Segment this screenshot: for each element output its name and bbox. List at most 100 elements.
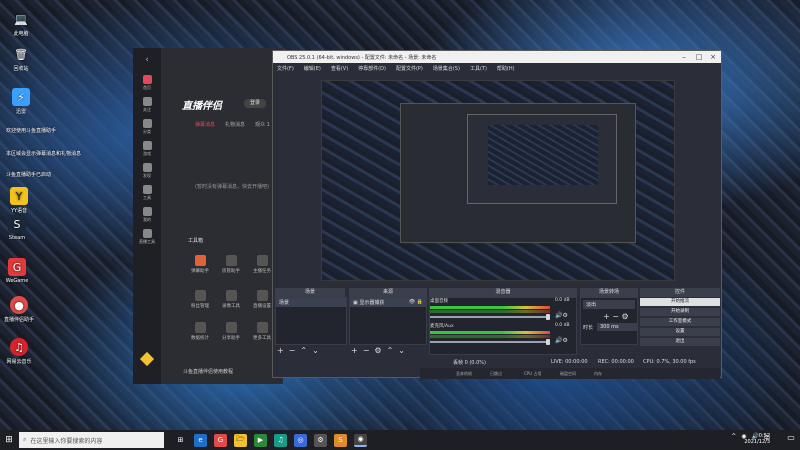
stats-icon [194,322,206,333]
player-icon[interactable]: ▶ [254,433,267,447]
helper-nav-item[interactable]: 直播工具 [133,226,161,248]
desktop-icon-xunlei[interactable]: ⚡ 迅雷 [4,88,38,115]
music-icon[interactable]: ♫ [274,433,287,447]
wegame-icon[interactable]: G [214,433,227,447]
maximize-icon[interactable]: □ [692,51,706,63]
tab-gifts[interactable]: 礼物消息 [225,121,245,128]
back-icon[interactable]: ‹ [133,48,161,72]
taskbar-search[interactable]: ⌕ 在这里输入你要搜索的内容 [19,432,164,448]
close-icon[interactable]: × [706,51,720,63]
move-down-icon[interactable]: ⌄ [312,346,319,355]
gear-icon[interactable]: ⚙ [374,346,381,355]
helper-brand: 直播伴侣 [182,101,222,112]
menu-help[interactable]: 帮助(H) [497,65,515,72]
duration-input[interactable]: 300 ms [597,323,637,331]
eye-icon[interactable]: 👁 🔒 [409,299,423,305]
menu-view[interactable]: 查看(V) [331,65,348,72]
settings-icon[interactable]: ⚙ [314,433,327,447]
tool-stats[interactable]: 数据统计 [185,322,215,341]
helper-nav-item[interactable]: 关注 [133,94,161,116]
obs-title: OBS 25.0.1 (64-bit, windows) - 配置文件: 未命名… [287,54,437,61]
obs-preview[interactable] [321,80,675,281]
helper-nav-item[interactable]: 发现 [133,160,161,182]
desktop-icon-label: 此电脑 [13,31,29,37]
diamond-icon[interactable] [139,351,155,367]
store-icon[interactable]: S [334,433,347,447]
menu-docks[interactable]: 停靠部件(D) [358,65,386,72]
start-recording-button[interactable]: 开始录制 [640,308,720,316]
speaker-icon[interactable]: 🔊⚙ [555,337,568,344]
desktop-icon-label: 迅雷 [15,109,26,115]
speaker-icon[interactable]: 🔊⚙ [555,312,568,319]
tab-danmaku[interactable]: 弹幕消息 [195,121,215,128]
volume-slider[interactable] [430,316,548,318]
desktop-icon-netease-music[interactable]: ♫ 网易云音乐 [2,338,36,365]
start-streaming-button[interactable]: 开始推流 [640,298,720,306]
user-icon [142,207,152,216]
browser-icon[interactable]: ◎ [294,433,307,447]
studio-mode-button[interactable]: 工作室模式 [640,318,720,326]
preview-nested-preview [488,125,598,185]
menu-file[interactable]: 文件(F) [277,65,294,72]
notification-icon[interactable]: ▭ [784,433,798,447]
obs-stats-footer: 丢弃的帧 已跳过 CPU 占用 磁盘空间 内存 [420,368,720,379]
desktop-icon-steam[interactable]: S Steam [0,215,34,241]
remove-icon[interactable]: − [289,346,296,355]
helper-nav-item[interactable]: 工具 [133,182,161,204]
remove-icon[interactable]: − [363,346,370,355]
desktop-icon-live-helper[interactable]: ● 直播伴侣助手 [2,296,36,323]
transition-controls[interactable]: + − ⚙ [603,312,629,321]
minimize-icon[interactable]: – [677,51,691,63]
login-button[interactable]: 登录 [244,99,266,108]
tool-room-admin[interactable]: 房管助手 [216,255,246,274]
obs-icon[interactable]: ◉ [354,433,367,447]
helper-nav-item[interactable]: 首页 [133,72,161,94]
obs-titlebar: OBS 25.0.1 (64-bit, windows) - 配置文件: 未命名… [273,51,721,63]
scene-item[interactable]: 场景 [276,298,346,307]
settings-button[interactable]: 设置 [640,328,720,336]
helper-nav-item[interactable]: 我的 [133,204,161,226]
desktop-icon-label: YY语音 [10,208,28,214]
move-up-icon[interactable]: ⌃ [387,346,394,355]
volume-slider-knob[interactable] [546,314,550,320]
helper-tutorial-link[interactable]: 斗鱼直播伴侣使用教程 [183,368,233,375]
dock-scenes: 场景 [275,297,347,345]
move-down-icon[interactable]: ⌄ [398,346,405,355]
tool-share[interactable]: 分享助手 [216,322,246,341]
helper-nav-item[interactable]: 分类 [133,116,161,138]
source-item[interactable]: ▣ 显示器捕获 👁 🔒 [350,298,426,307]
menu-edit[interactable]: 编辑(E) [304,65,321,72]
move-up-icon[interactable]: ⌃ [300,346,307,355]
game-icon [142,141,152,150]
settings-icon [256,290,268,301]
desktop-icon-this-pc[interactable]: 💻 此电脑 [4,10,38,38]
footer-item: 已跳过 [490,371,502,376]
file-explorer-icon[interactable]: 🗁 [234,433,247,447]
mixer-track-level: 0.0 dB [555,323,570,328]
desktop-icon-wegame[interactable]: G WeGame [0,258,34,284]
menu-profile[interactable]: 配置文件(P) [396,65,423,72]
tab-audience[interactable]: 观众 1 [255,121,270,128]
tool-record[interactable]: 录像工具 [216,290,246,309]
tool-danmaku[interactable]: 弹幕助手 [185,255,215,274]
add-icon[interactable]: + [277,346,284,355]
start-button[interactable]: ⊞ [0,430,18,450]
exit-button[interactable]: 退出 [640,338,720,346]
menu-tools[interactable]: 工具(T) [470,65,487,72]
desktop-icon-yy[interactable]: Y YY语音 [2,187,36,214]
add-icon[interactable]: + [351,346,358,355]
xunlei-icon: ⚡ [12,88,30,106]
dock-sources: ▣ 显示器捕获 👁 🔒 [349,297,427,345]
edge-icon[interactable]: e [194,433,207,447]
volume-slider[interactable] [430,341,548,343]
taskbar-clock[interactable]: 0:52 2021/12/3 [720,433,770,445]
task-view-icon[interactable]: ⊞ [174,434,187,447]
menu-scene-collection[interactable]: 场景集合(S) [433,65,460,72]
mixer-track-label: 桌面音频 [430,299,448,304]
home-icon [142,75,152,84]
transition-select[interactable]: 淡出 [583,300,635,309]
volume-slider-knob[interactable] [546,339,550,345]
desktop-icon-recycle-bin[interactable]: 🗑 回收站 [4,45,38,73]
tool-fans[interactable]: 粉丝管理 [185,290,215,309]
helper-nav-item[interactable]: 游戏 [133,138,161,160]
